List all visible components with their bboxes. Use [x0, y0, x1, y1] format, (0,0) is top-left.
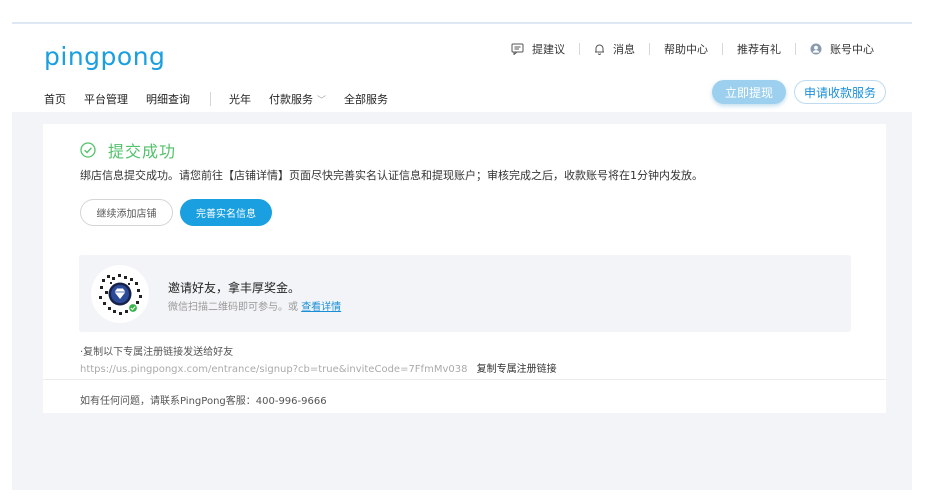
logo[interactable]: pingpong [44, 42, 165, 71]
main-nav: 首页 平台管理 明细查询 光年 付款服务 ﹀ 全部服务 [44, 91, 406, 107]
divider [43, 379, 886, 380]
account-link[interactable]: 账号中心 [796, 41, 888, 57]
account-label: 账号中心 [830, 43, 874, 56]
qr-code-icon [99, 274, 142, 315]
nav-home[interactable]: 首页 [44, 91, 66, 107]
feedback-icon [511, 43, 524, 55]
success-title: 提交成功 [108, 142, 177, 161]
nav-all-services[interactable]: 全部服务 [344, 91, 388, 107]
success-header: 提交成功 [80, 138, 176, 162]
complete-verification-button[interactable]: 完善实名信息 [180, 199, 272, 226]
header: pingpong 提建议 消息 帮助中心 推荐有礼 账号中心 首页 平台管理 明… [12, 24, 912, 112]
contact-info: 如有任何问题，请联系PingPong客服：400-996-9666 [80, 396, 327, 407]
messages-label: 消息 [613, 43, 635, 56]
top-nav: 提建议 消息 帮助中心 推荐有礼 账号中心 [497, 41, 888, 57]
nav-payment-label: 付款服务 [269, 93, 313, 106]
qr-code [91, 265, 149, 323]
nav-platform[interactable]: 平台管理 [84, 91, 128, 107]
messages-link[interactable]: 消息 [580, 41, 649, 57]
result-card: 提交成功 绑店信息提交成功。请您前往【店铺详情】页面尽快完善实名认证信息和提现账… [43, 124, 886, 413]
nav-lightyear[interactable]: 光年 [229, 91, 251, 107]
apply-service-button[interactable]: 申请收款服务 [794, 80, 886, 104]
copy-link-button[interactable]: 复制专属注册链接 [477, 364, 557, 375]
nav-records[interactable]: 明细查询 [146, 91, 190, 107]
help-link[interactable]: 帮助中心 [650, 41, 722, 57]
suggest-link[interactable]: 提建议 [497, 41, 579, 57]
invite-subtitle-text: 微信扫描二维码即可参与。或 [168, 302, 298, 313]
check-circle-icon [80, 142, 96, 158]
continue-add-store-button[interactable]: 继续添加店铺 [80, 199, 173, 226]
referral-url: https://us.pingpongx.com/entrance/signup… [80, 364, 468, 375]
nav-divider [210, 92, 211, 106]
copy-row: https://us.pingpongx.com/entrance/signup… [80, 360, 557, 375]
invite-subtitle: 微信扫描二维码即可参与。或 查看详情 [168, 298, 341, 313]
success-description: 绑店信息提交成功。请您前往【店铺详情】页面尽快完善实名认证信息和提现账户；审核完… [80, 169, 703, 182]
help-label: 帮助中心 [664, 43, 708, 56]
page-frame: pingpong 提建议 消息 帮助中心 推荐有礼 账号中心 首页 平台管理 明… [12, 22, 912, 490]
bell-icon [595, 44, 604, 55]
withdraw-button[interactable]: 立即提现 [712, 80, 786, 104]
invite-title: 邀请好友，拿丰厚奖金。 [168, 281, 301, 295]
copy-instruction: ·复制以下专属注册链接发送给好友 [80, 347, 234, 358]
referral-label: 推荐有礼 [737, 43, 781, 56]
nav-payment[interactable]: 付款服务 ﹀ [269, 91, 326, 107]
referral-link[interactable]: 推荐有礼 [723, 41, 795, 57]
user-avatar-icon [810, 43, 822, 55]
suggest-label: 提建议 [532, 43, 565, 56]
invite-panel: 邀请好友，拿丰厚奖金。 微信扫描二维码即可参与。或 查看详情 [79, 255, 851, 332]
chevron-down-icon: ﹀ [317, 95, 327, 106]
view-details-link[interactable]: 查看详情 [301, 302, 341, 313]
